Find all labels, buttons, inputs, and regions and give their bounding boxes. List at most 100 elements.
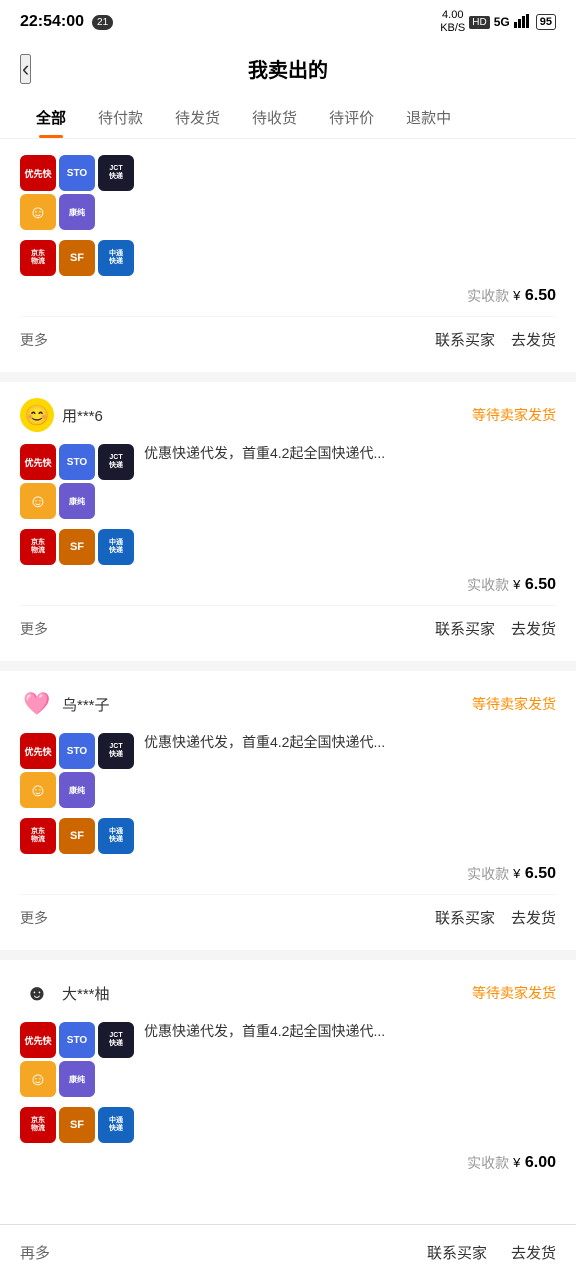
jdl-icon: 京东物流 [20,240,56,276]
action-buttons: 联系买家 去发货 [435,329,556,350]
order-header: 😊 用***6 等待卖家发货 [20,398,556,432]
tab-pending-payment[interactable]: 待付款 [82,97,159,138]
smile-icon: ☺ [20,1061,56,1097]
zt-icon: 中通快递 [98,818,134,854]
contact-buyer-button[interactable]: 联系买家 [435,329,495,350]
card-divider [0,661,576,671]
price-label: 实收款 [467,1153,509,1173]
tab-refund[interactable]: 退款中 [390,97,467,138]
action-row: 更多 联系买家 去发货 [20,894,556,942]
notification-badge: 21 [92,15,113,30]
product-title: 优惠快递代发，首重4.2起全国快递代... [144,1022,556,1042]
tab-pending-review[interactable]: 待评价 [313,97,390,138]
sto-icon: STO [59,1022,95,1058]
product-row: 优先快 STO JCT快递 ☺ 康纯 优惠快递代发，首重4.2起全国快递代... [20,1022,556,1097]
order-card: 优先快 STO JCT快递 ☺ 康纯 京东物流 SF 中通快递 实收款 ¥ 6.… [0,139,576,364]
ship-button[interactable]: 去发货 [511,907,556,928]
ship-button[interactable]: 去发货 [511,618,556,639]
card-divider [0,950,576,960]
jdl-icon: 京东物流 [20,1107,56,1143]
zt-icon: 中通快递 [98,240,134,276]
ytk-icon: 优先快 [20,1022,56,1058]
sf-icon: SF [59,240,95,276]
price-row: 实收款 ¥ 6.50 [20,575,556,595]
sto-icon: STO [59,444,95,480]
sf-icon: SF [59,529,95,565]
more-button[interactable]: 更多 [20,908,48,928]
bottom-contact-buyer-button[interactable]: 联系买家 [427,1242,487,1263]
smile-icon: ☺ [20,772,56,808]
price-row: 实收款 ¥ 6.00 [20,1153,556,1173]
ship-button[interactable]: 去发货 [511,329,556,350]
courier-icons: 优先快 STO JCT快递 ☺ 康纯 [20,444,134,519]
price-label: 实收款 [467,864,509,884]
buyer-name: 用***6 [62,405,103,426]
zt-icon: 中通快递 [98,529,134,565]
buyer-name: 大***柚 [62,983,110,1004]
tab-all[interactable]: 全部 [20,97,82,138]
courier-icons: 优先快 STO JCT快递 ☺ 康纯 [20,155,134,230]
tab-pending-receive[interactable]: 待收货 [236,97,313,138]
product-row: 优先快 STO JCT快递 ☺ 康纯 优惠快递代发，首重4.2起全国快递代... [20,733,556,808]
bottom-ship-button[interactable]: 去发货 [511,1242,556,1263]
courier-icons: 优先快 STO JCT快递 ☺ 康纯 [20,733,134,808]
buyer-info: 🩷 乌***子 [20,687,110,721]
smile-icon: ☺ [20,194,56,230]
status-time: 22:54:00 [20,13,84,31]
zt-icon: 中通快递 [98,1107,134,1143]
action-buttons: 联系买家 去发货 [435,618,556,639]
avatar: ☻ [20,976,54,1010]
bottom-action-buttons: 联系买家 去发货 [427,1242,556,1263]
network-speed: 4.00KB/S [440,9,465,35]
product-row: 优先快 STO JCT快递 ☺ 康纯 [20,155,556,230]
jct-icon: JCT快递 [98,733,134,769]
jdl-icon: 京东物流 [20,529,56,565]
action-buttons: 联系买家 去发货 [435,907,556,928]
page-title: 我卖出的 [248,54,328,83]
jct-icon: JCT快递 [98,1022,134,1058]
5g-icon: 5G [494,15,510,29]
contact-buyer-button[interactable]: 联系买家 [435,618,495,639]
hd-icon: HD [469,16,489,29]
price-value: ¥ 6.50 [513,287,556,305]
action-row: 更多 联系买家 去发货 [20,316,556,364]
buyer-info: ☻ 大***柚 [20,976,110,1010]
sto-icon: STO [59,155,95,191]
contact-buyer-button[interactable]: 联系买家 [435,907,495,928]
ytk-icon: 优先快 [20,444,56,480]
order-header: 🩷 乌***子 等待卖家发货 [20,687,556,721]
more-button[interactable]: 更多 [20,619,48,639]
price-row: 实收款 ¥ 6.50 [20,864,556,884]
order-header: ☻ 大***柚 等待卖家发货 [20,976,556,1010]
jct-icon: JCT快递 [98,155,134,191]
price-value: ¥ 6.50 [513,576,556,594]
product-title: 优惠快递代发，首重4.2起全国快递代... [144,444,556,464]
signal-icon [514,14,532,31]
page-header: ‹ 我卖出的 [0,44,576,97]
order-card: ☻ 大***柚 等待卖家发货 优先快 STO JCT快递 ☺ 康纯 优惠快递代发… [0,960,576,1253]
order-status: 等待卖家发货 [472,405,556,425]
more-button[interactable]: 更多 [20,330,48,350]
order-status: 等待卖家发货 [472,694,556,714]
card-divider [0,372,576,382]
product-title: 优惠快递代发，首重4.2起全国快递代... [144,733,556,753]
buyer-name: 乌***子 [62,694,110,715]
tnt-icon: 康纯 [59,772,95,808]
order-card: 🩷 乌***子 等待卖家发货 优先快 STO JCT快递 ☺ 康纯 优惠快递代发… [0,671,576,942]
buyer-info: 😊 用***6 [20,398,103,432]
tnt-icon: 康纯 [59,194,95,230]
ytk-icon: 优先快 [20,155,56,191]
order-tabs: 全部 待付款 待发货 待收货 待评价 退款中 [0,97,576,139]
bottom-more-button[interactable]: 再多 [20,1242,50,1263]
price-row: 实收款 ¥ 6.50 [20,286,556,306]
back-button[interactable]: ‹ [20,54,31,84]
sf-icon: SF [59,1107,95,1143]
order-card: 😊 用***6 等待卖家发货 优先快 STO JCT快递 ☺ 康纯 优惠快递代发… [0,382,576,653]
action-row: 更多 联系买家 去发货 [20,605,556,653]
smile-icon: ☺ [20,483,56,519]
sto-icon: STO [59,733,95,769]
price-label: 实收款 [467,575,509,595]
product-row: 优先快 STO JCT快递 ☺ 康纯 优惠快递代发，首重4.2起全国快递代... [20,444,556,519]
tab-pending-ship[interactable]: 待发货 [159,97,236,138]
order-status: 等待卖家发货 [472,983,556,1003]
